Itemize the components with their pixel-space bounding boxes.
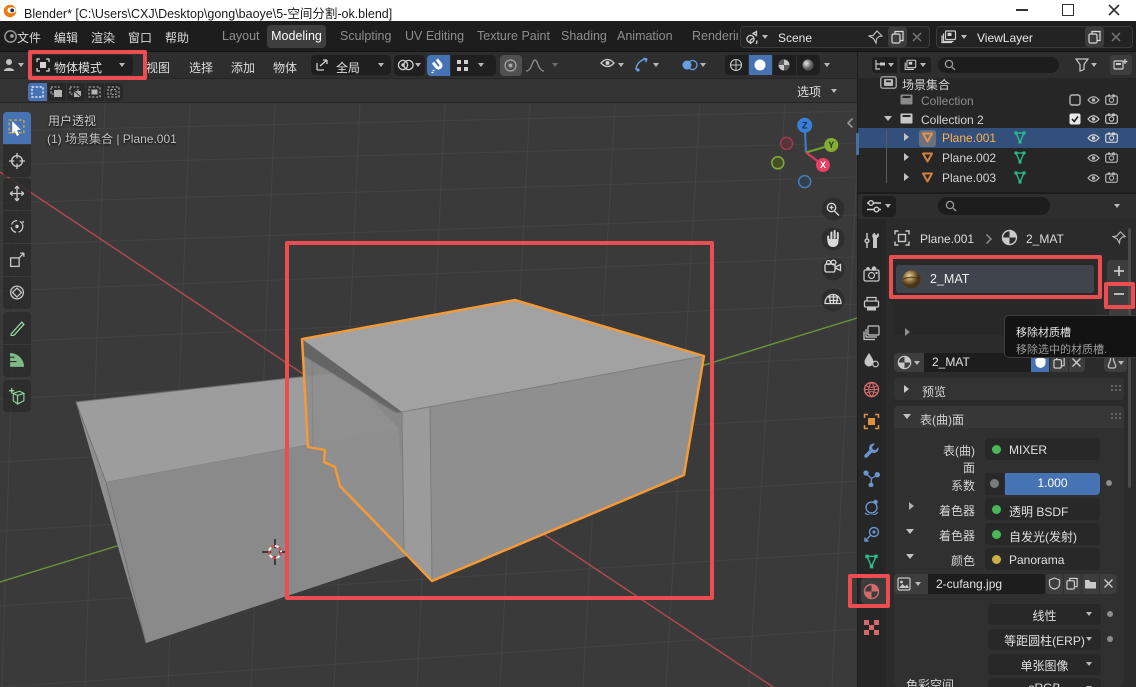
svg-text:Z: Z xyxy=(802,121,808,131)
svg-text:X: X xyxy=(820,160,826,170)
svg-text:Y: Y xyxy=(828,140,834,150)
